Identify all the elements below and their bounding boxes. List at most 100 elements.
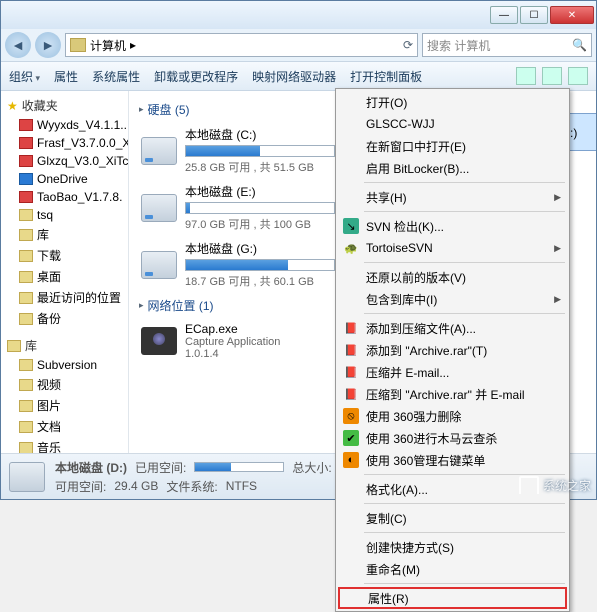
sidebar-item[interactable]: Wyyxds_V4.1.1.. [1, 116, 128, 134]
sidebar-item-label: OneDrive [37, 172, 88, 186]
menu-item-label: 使用 360强力删除 [366, 408, 461, 425]
sidebar-item[interactable]: Glxzq_V3.0_XiTc [1, 152, 128, 170]
context-menu-item[interactable]: 共享(H)▶ [338, 186, 567, 208]
menu-separator [364, 182, 565, 183]
sidebar-item[interactable]: Frasf_V3.7.0.0_X [1, 134, 128, 152]
context-menu-item[interactable]: 启用 BitLocker(B)... [338, 157, 567, 179]
context-menu-item[interactable]: 🐢TortoiseSVN▶ [338, 237, 567, 259]
preview-icon[interactable] [542, 67, 562, 85]
folder-icon [19, 119, 33, 131]
menu-item-label: 包含到库中(I) [366, 291, 437, 308]
menu-item-label: 复制(C) [366, 510, 407, 527]
sidebar-item[interactable]: TaoBao_V1.7.8. [1, 188, 128, 206]
sidebar-item[interactable]: 下载 [1, 245, 128, 266]
context-menu-item[interactable]: 📕添加到压缩文件(A)... [338, 317, 567, 339]
sidebar-item[interactable]: 库 [1, 224, 128, 245]
breadcrumb-sep-icon: ▸ [130, 38, 136, 52]
menu-item-label: 创建快捷方式(S) [366, 539, 454, 556]
organize-menu[interactable]: 组织 [9, 68, 40, 85]
sidebar-item[interactable]: 最近访问的位置 [1, 287, 128, 308]
sidebar-item[interactable]: OneDrive [1, 170, 128, 188]
menu-item-label: SVN 检出(K)... [366, 218, 444, 235]
context-menu-item[interactable]: 在新窗口中打开(E) [338, 135, 567, 157]
context-menu-item[interactable]: ⦸使用 360强力删除 [338, 405, 567, 427]
maximize-button[interactable]: ☐ [520, 6, 548, 24]
sidebar-item[interactable]: 备份 [1, 308, 128, 329]
nav-bar: ◄ ► 计算机 ▸ ⟳ 搜索 计算机 🔍 [1, 29, 596, 61]
folder-icon [19, 400, 33, 412]
menu-item-label: 使用 360进行木马云查杀 [366, 430, 497, 447]
sidebar-item[interactable]: 图片 [1, 395, 128, 416]
help-icon[interactable] [568, 67, 588, 85]
minimize-button[interactable]: — [490, 6, 518, 24]
menu-item-label: 共享(H) [366, 189, 407, 206]
sidebar-item[interactable]: Subversion [1, 356, 128, 374]
sidebar-item-label: Wyyxds_V4.1.1.. [37, 118, 127, 132]
status-title: 本地磁盘 (D:) [55, 459, 127, 476]
status-used-label: 已用空间: [135, 459, 186, 476]
control-panel-button[interactable]: 打开控制面板 [350, 68, 422, 85]
context-menu: 打开(O) GLSCC-WJJ 在新窗口中打开(E)启用 BitLocker(B).… [335, 88, 570, 612]
context-menu-item[interactable]: 属性(R) [338, 587, 567, 609]
search-placeholder: 搜索 计算机 [427, 37, 490, 54]
context-menu-item[interactable]: 📕 压缩并 E-mail... [338, 361, 567, 383]
uninstall-button[interactable]: 卸载或更改程序 [154, 68, 238, 85]
context-menu-item[interactable]: 📕压缩到 "Archive.rar" 并 E-mail [338, 383, 567, 405]
breadcrumb-text: 计算机 [90, 37, 126, 54]
context-menu-item[interactable]: ↘SVN 检出(K)... [338, 215, 567, 237]
context-menu-item[interactable]: 📕添加到 "Archive.rar"(T) [338, 339, 567, 361]
status-used-bar [194, 462, 284, 472]
menu-item-label: 压缩并 E-mail... [366, 364, 449, 381]
refresh-icon[interactable]: ⟳ [403, 38, 413, 52]
system-properties-button[interactable]: 系统属性 [92, 68, 140, 85]
context-menu-item[interactable]: 包含到库中(I) ▶ [338, 288, 567, 310]
breadcrumb[interactable]: 计算机 ▸ ⟳ [65, 33, 418, 57]
close-button[interactable]: ✕ [550, 6, 594, 24]
folder-icon [19, 229, 33, 241]
sidebar-item[interactable]: 桌面 [1, 266, 128, 287]
context-menu-item[interactable]: ◐使用 360管理右键菜单 [338, 449, 567, 471]
sidebar-item[interactable]: 音乐 [1, 437, 128, 453]
sidebar-item[interactable]: 文档 [1, 416, 128, 437]
submenu-arrow-icon: ▶ [554, 243, 561, 254]
context-menu-item[interactable]: 复制(C) [338, 507, 567, 529]
context-menu-item[interactable]: 打开(O) [338, 91, 567, 113]
map-drive-button[interactable]: 映射网络驱动器 [252, 68, 336, 85]
submenu-arrow-icon: ▶ [554, 294, 561, 305]
context-menu-item[interactable]: 还原以前的版本(V) [338, 266, 567, 288]
search-icon: 🔍 [572, 38, 587, 52]
menu-item-icon: ✔ [343, 430, 359, 446]
sidebar-item-label: 文档 [37, 418, 61, 435]
menu-item-label: 添加到 "Archive.rar"(T) [366, 342, 487, 359]
drive-space-bar [185, 259, 335, 271]
menu-separator [364, 262, 565, 263]
sidebar-item-label: Subversion [37, 358, 97, 372]
sidebar-item-label: 最近访问的位置 [37, 289, 121, 306]
menu-item-label: 打开(O) [366, 94, 407, 111]
menu-item-icon: 📕 [343, 364, 359, 380]
sidebar-item[interactable]: tsq [1, 206, 128, 224]
sidebar-item[interactable]: 视频 [1, 374, 128, 395]
context-menu-item[interactable]: 重命名(M) [338, 558, 567, 580]
menu-item-label: GLSCC-WJJ [366, 117, 435, 131]
menu-item-label: 使用 360管理右键菜单 [366, 452, 485, 469]
view-icon[interactable] [516, 67, 536, 85]
status-free-value: 29.4 GB [114, 479, 158, 493]
status-free-label: 可用空间: [55, 478, 106, 495]
sidebar-item-label: 下载 [37, 247, 61, 264]
context-menu-item[interactable]: 创建快捷方式(S) [338, 536, 567, 558]
context-menu-item[interactable]: GLSCC-WJJ [338, 113, 567, 135]
folder-icon [19, 292, 33, 304]
properties-button[interactable]: 属性 [54, 68, 78, 85]
folder-icon [19, 421, 33, 433]
forward-button[interactable]: ► [35, 32, 61, 58]
sidebar-libraries-header[interactable]: 库 [1, 335, 128, 356]
sidebar-favorites-header[interactable]: 收藏夹 [1, 95, 128, 116]
folder-icon [19, 155, 33, 167]
sidebar-item-label: tsq [37, 208, 53, 222]
back-button[interactable]: ◄ [5, 32, 31, 58]
context-menu-item[interactable]: ✔ 使用 360进行木马云查杀 [338, 427, 567, 449]
search-input[interactable]: 搜索 计算机 🔍 [422, 33, 592, 57]
netloc-ver: 1.0.1.4 [185, 348, 280, 360]
drive-icon [141, 251, 177, 279]
